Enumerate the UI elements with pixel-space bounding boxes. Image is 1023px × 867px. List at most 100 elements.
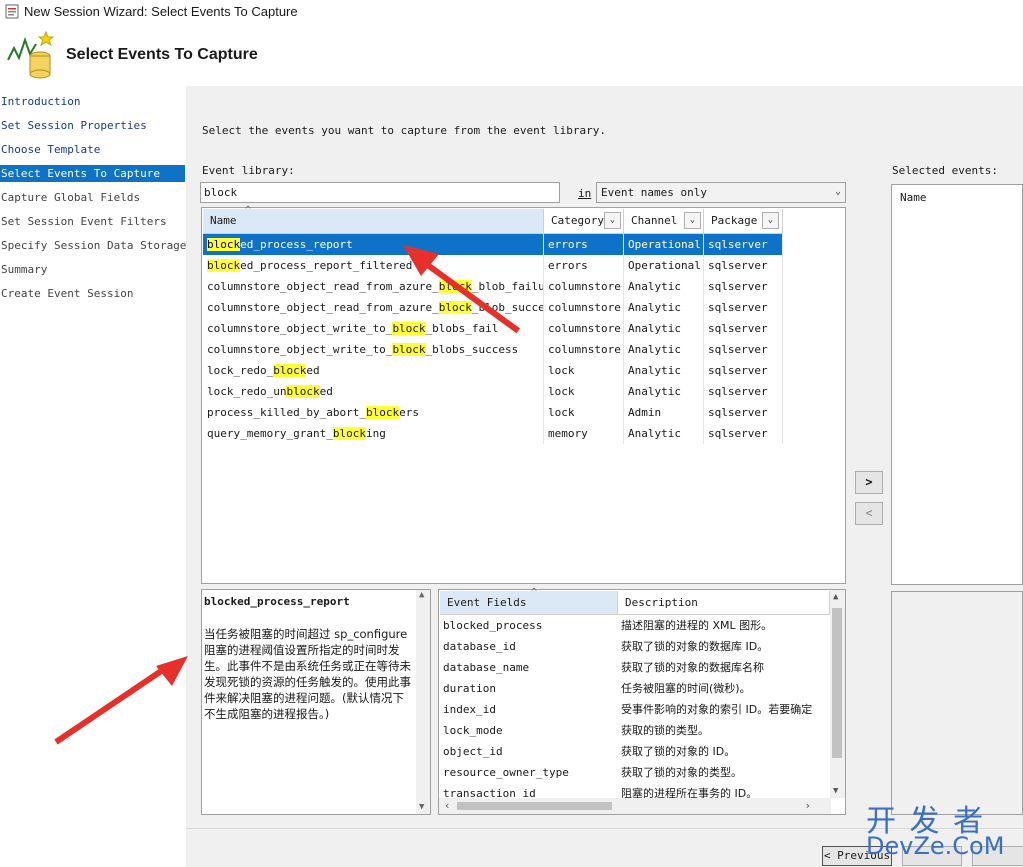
fields-horizontal-scrollbar[interactable]: ‹ › [439, 798, 831, 814]
chevron-down-icon: ⌄ [834, 186, 841, 197]
event-fields-header-label: Event Fields [447, 596, 527, 609]
event-field-description: 获取了锁的对象的数据库名称 [621, 661, 764, 674]
event-name-text: ed [319, 385, 333, 398]
event-field-row[interactable]: blocked_process 描述阻塞的进程的 XML 图形。 [443, 615, 831, 636]
event-name-cell: lock_redo_blocked [203, 360, 544, 381]
selected-events-list[interactable]: Name [891, 184, 1023, 585]
event-package-cell: sqlserver [704, 318, 783, 339]
event-row[interactable]: columnstore_object_read_from_azure_block… [203, 276, 783, 297]
selected-event-details-panel [891, 591, 1023, 815]
fields-vertical-scrollbar[interactable]: ▲ ▼ [830, 590, 845, 798]
watermark-domain: DevZe.CoM [866, 832, 1005, 860]
event-category-cell: lock [544, 360, 624, 381]
annotation-arrowhead-icon [156, 656, 188, 686]
event-row[interactable]: blocked_process_report errors Operational s… [203, 234, 783, 255]
event-category-cell: errors [544, 255, 624, 276]
event-database-icon [7, 30, 54, 79]
event-name-cell: columnstore_object_read_from_azure_block… [203, 276, 544, 297]
event-name-cell: columnstore_object_write_to_block_blobs_… [203, 339, 544, 360]
event-name-cell: process_killed_by_abort_blockers [203, 402, 544, 423]
event-package-cell: sqlserver [704, 276, 783, 297]
package-filter-dropdown[interactable]: ⌄ [762, 212, 779, 229]
event-channel-cell: Analytic [624, 276, 704, 297]
event-name-text: columnstore_object_write_to_ [207, 322, 393, 335]
event-row[interactable]: lock_redo_unblocked lock Analytic sqlserver [203, 381, 783, 402]
event-channel-cell: Analytic [624, 381, 704, 402]
category-filter-dropdown[interactable]: ⌄ [604, 212, 621, 229]
sort-ascending-icon: ^ [245, 205, 252, 216]
event-field-row[interactable]: lock_mode 获取的锁的类型。 [443, 720, 831, 741]
column-channel-label: Channel [631, 214, 678, 227]
nav-item-choose-template[interactable]: Choose Template [0, 141, 185, 158]
fields-grid-header: Event Fields ^ Description [440, 587, 830, 615]
event-description-title: blocked_process_report [204, 595, 350, 608]
event-field-row[interactable]: index_id 受事件影响的对象的索引 ID。若要确定 [443, 699, 831, 720]
column-name-label: Name [210, 214, 237, 227]
event-field-row[interactable]: database_id 获取了锁的对象的数据库 ID。 [443, 636, 831, 657]
nav-item-select-events-to-capture[interactable]: Select Events To Capture [0, 165, 185, 182]
search-match-highlight: block [273, 364, 307, 377]
event-field-row[interactable]: transaction_id 阻塞的进程所在事务的 ID。 [443, 783, 831, 798]
selected-events-name-header: Name [900, 191, 927, 204]
in-label: in [578, 187, 592, 200]
column-header-name[interactable]: Name [203, 209, 544, 233]
event-field-name: duration [443, 682, 496, 695]
event-row[interactable]: blocked_process_report_filtered errors Ope… [203, 255, 783, 276]
event-name-text: lock_redo_ [207, 364, 274, 377]
event-name-text: _blobs_success [425, 343, 519, 356]
remove-event-button[interactable]: < [855, 502, 883, 525]
event-name-text: process_killed_by_abort_ [207, 406, 366, 419]
event-row[interactable]: lock_redo_blocked lock Analytic sqlserver [203, 360, 783, 381]
horizontal-scrollbar-thumb[interactable] [457, 802, 612, 810]
event-channel-cell: Analytic [624, 360, 704, 381]
event-field-description: 获取了锁的对象的类型。 [621, 766, 742, 779]
event-library-label: Event library: [202, 164, 295, 177]
event-category-cell: lock [544, 402, 624, 423]
event-category-cell: errors [544, 234, 624, 255]
event-name-cell: columnstore_object_write_to_block_blobs_… [203, 318, 544, 339]
nav-item-create-event-session[interactable]: Create Event Session [0, 285, 185, 302]
add-event-button[interactable]: > [855, 471, 883, 494]
event-field-row[interactable]: object_id 获取了锁的对象的 ID。 [443, 741, 831, 762]
description-scrollbar[interactable]: ▲ ▼ [416, 590, 430, 814]
event-field-row[interactable]: resource_owner_type 获取了锁的对象的类型。 [443, 762, 831, 783]
event-name-text: lock_redo_un [207, 385, 287, 398]
event-package-cell: sqlserver [704, 339, 783, 360]
event-field-description: 任务被阻塞的时间(微秒)。 [621, 682, 751, 695]
main-panel: Select the events you want to capture fr… [186, 86, 1023, 828]
nav-item-specify-session-data-storage[interactable]: Specify Session Data Storage [0, 237, 186, 254]
event-library-grid[interactable]: Name ^ Category ⌄ Channel ⌄ Package ⌄ bl… [201, 205, 846, 584]
wizard-header: Select Events To Capture [0, 24, 1023, 86]
nav-item-set-session-event-filters[interactable]: Set Session Event Filters [0, 213, 185, 230]
search-match-highlight: block [392, 343, 426, 356]
nav-item-summary[interactable]: Summary [0, 261, 185, 278]
event-row[interactable]: query_memory_grant_blocking memory Analyti… [203, 423, 783, 444]
event-row[interactable]: columnstore_object_write_to_block_blobs_… [203, 318, 783, 339]
event-field-row[interactable]: duration 任务被阻塞的时间(微秒)。 [443, 678, 831, 699]
event-name-cell: blocked_process_report [203, 234, 544, 255]
search-scope-value: Event names only [601, 186, 707, 199]
search-scope-select[interactable]: Event names only ⌄ [596, 182, 846, 203]
instruction-text: Select the events you want to capture fr… [202, 124, 606, 137]
scrollbar-thumb[interactable] [832, 608, 842, 758]
event-row[interactable]: columnstore_object_write_to_block_blobs_… [203, 339, 783, 360]
event-field-name: resource_owner_type [443, 766, 569, 779]
event-fields-grid[interactable]: Event Fields ^ Description blocked_proce… [438, 587, 846, 815]
column-header-event-fields[interactable]: Event Fields [440, 591, 618, 614]
search-input[interactable]: block [200, 182, 560, 203]
nav-item-introduction[interactable]: Introduction [0, 93, 185, 110]
event-field-name: object_id [443, 745, 503, 758]
event-name-cell: blocked_process_report_filtered [203, 255, 544, 276]
event-row[interactable]: process_killed_by_abort_blockers lock Admi… [203, 402, 783, 423]
event-field-name: lock_mode [443, 724, 503, 737]
column-header-description[interactable]: Description [618, 591, 830, 614]
search-match-highlight: block [332, 427, 366, 440]
event-field-row[interactable]: database_name 获取了锁的对象的数据库名称 [443, 657, 831, 678]
event-channel-cell: Analytic [624, 423, 704, 444]
sort-ascending-icon: ^ [531, 587, 538, 598]
event-package-cell: sqlserver [704, 234, 783, 255]
nav-item-capture-global-fields[interactable]: Capture Global Fields [0, 189, 185, 206]
nav-item-set-session-properties[interactable]: Set Session Properties [0, 117, 185, 134]
wizard-nav: Introduction Set Session Properties Choose… [0, 86, 186, 866]
channel-filter-dropdown[interactable]: ⌄ [684, 212, 701, 229]
